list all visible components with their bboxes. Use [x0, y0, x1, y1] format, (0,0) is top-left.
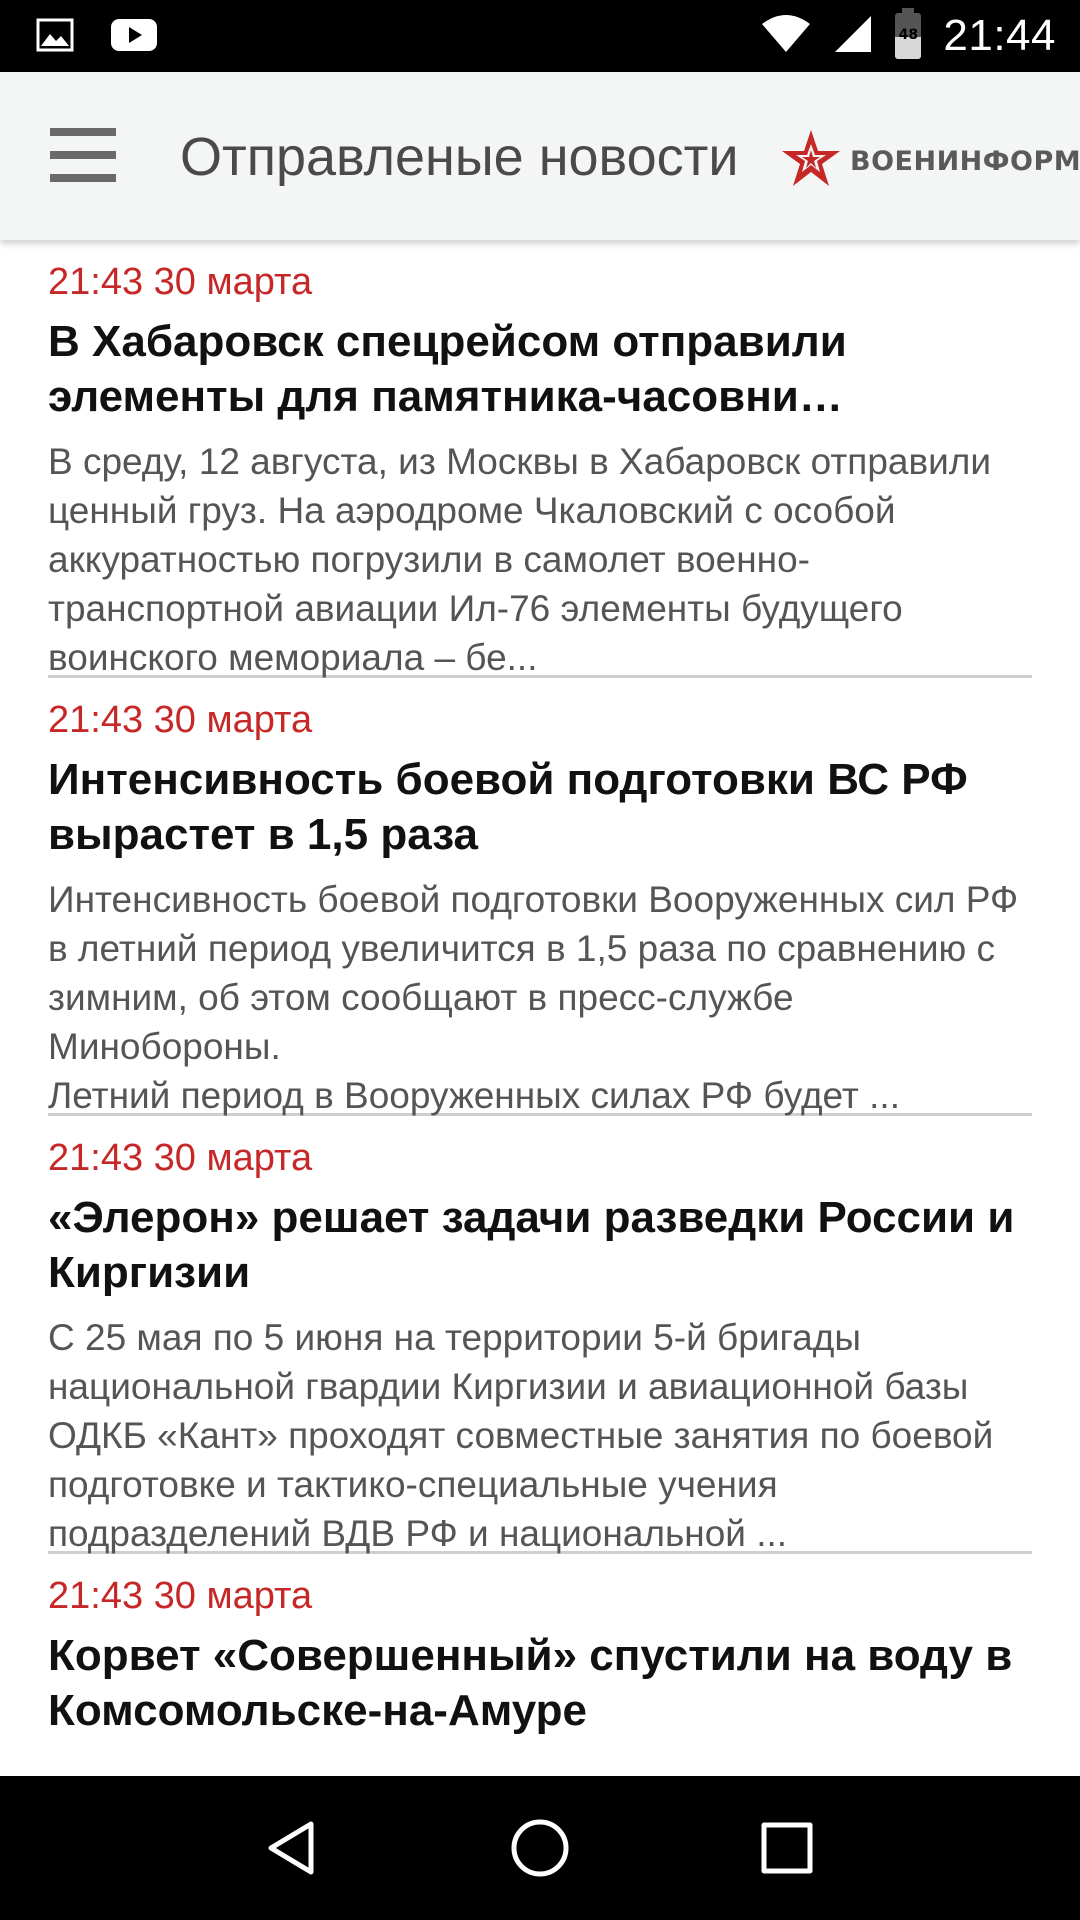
status-time: 21:44: [943, 11, 1056, 60]
news-item-date: 21:43 30 марта: [48, 1137, 313, 1179]
image-icon: [36, 18, 74, 57]
battery-icon: 48: [895, 8, 922, 59]
news-item-date: 21:43 30 марта: [48, 1575, 313, 1617]
hamburger-menu-icon[interactable]: [50, 122, 116, 188]
star-icon: [780, 128, 842, 195]
logo-text: ВОЕНИНФОРМ: [850, 145, 1080, 177]
news-item[interactable]: 21:43 30 марта Интенсивность боевой подг…: [48, 678, 1032, 1116]
wifi-icon: [761, 14, 811, 59]
recents-icon[interactable]: [751, 1812, 823, 1884]
news-item-date: 21:43 30 марта: [48, 261, 313, 303]
news-item[interactable]: 21:43 30 марта Корвет «Совершенный» спус…: [48, 1554, 1032, 1776]
hamburger-line: [50, 174, 116, 182]
news-item-summary: Интенсивность боевой подготовки Вооружен…: [48, 879, 1019, 1116]
news-item-title[interactable]: Интенсивность боевой подготовки ВС РФ вы…: [48, 753, 1032, 862]
page-title: Отправленые новости: [180, 127, 739, 187]
news-item[interactable]: 21:43 30 марта «Элерон» решает задачи ра…: [48, 1116, 1032, 1554]
hamburger-line: [50, 128, 116, 136]
voeninform-logo: ВОЕНИНФОРМ: [780, 126, 1080, 196]
news-item-date: 21:43 30 марта: [48, 699, 313, 741]
news-feed[interactable]: 21:43 30 марта В Хабаровск спецрейсом от…: [0, 240, 1080, 1776]
news-item-summary: В среду, 12 августа, из Москвы в Хабаров…: [48, 441, 992, 678]
youtube-icon: [110, 18, 158, 57]
app-bar: Отправленые новости ВОЕНИНФОРМ: [0, 72, 1080, 240]
news-item-title[interactable]: Корвет «Совершенный» спустили на воду в …: [48, 1629, 1032, 1738]
battery-level: 48: [898, 27, 919, 43]
hamburger-line: [50, 151, 116, 159]
status-bar: 48 21:44: [0, 0, 1080, 72]
back-icon[interactable]: [257, 1812, 329, 1884]
news-item-title[interactable]: В Хабаровск спецрейсом отправили элемент…: [48, 315, 1032, 424]
status-bar-system: 48 21:44: [761, 0, 1056, 72]
home-icon[interactable]: [504, 1812, 576, 1884]
cell-signal-icon: [833, 14, 873, 59]
news-item[interactable]: 21:43 30 марта В Хабаровск спецрейсом от…: [48, 240, 1032, 678]
navigation-bar: [0, 1776, 1080, 1920]
news-item-summary: С 25 мая по 5 июня на территории 5-й бри…: [48, 1317, 994, 1554]
status-bar-notifications: [36, 18, 158, 57]
news-item-title[interactable]: «Элерон» решает задачи разведки России и…: [48, 1191, 1032, 1300]
